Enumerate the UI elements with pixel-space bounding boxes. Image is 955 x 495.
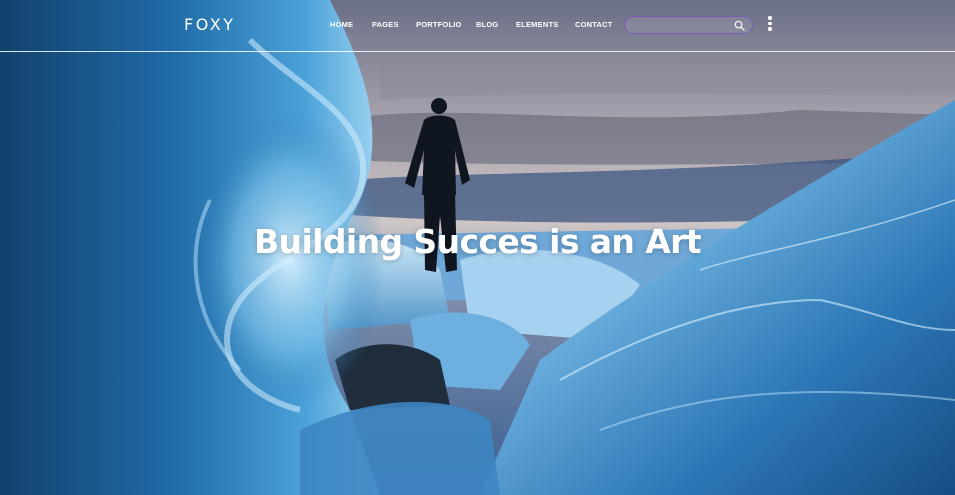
main-nav: HOME PAGES PORTFOLIO BLOG ELEMENTS CONTA… <box>330 20 623 29</box>
search-icon[interactable] <box>734 20 745 31</box>
search-box <box>624 16 753 34</box>
nav-item-blog[interactable]: BLOG <box>476 20 516 29</box>
nav-item-portfolio[interactable]: PORTFOLIO <box>416 20 476 29</box>
nav-item-contact[interactable]: CONTACT <box>575 20 623 29</box>
nav-item-home[interactable]: HOME <box>330 20 372 29</box>
nav-item-pages[interactable]: PAGES <box>372 20 416 29</box>
brand-logo[interactable]: FOXY <box>184 15 236 34</box>
kebab-menu-icon[interactable] <box>766 16 774 34</box>
nav-item-elements[interactable]: ELEMENTS <box>516 20 575 29</box>
search-input[interactable] <box>633 18 733 32</box>
site-header: FOXY HOME PAGES PORTFOLIO BLOG ELEMENTS … <box>0 0 955 52</box>
hero-headline: Building Succes is an Art <box>254 222 702 261</box>
